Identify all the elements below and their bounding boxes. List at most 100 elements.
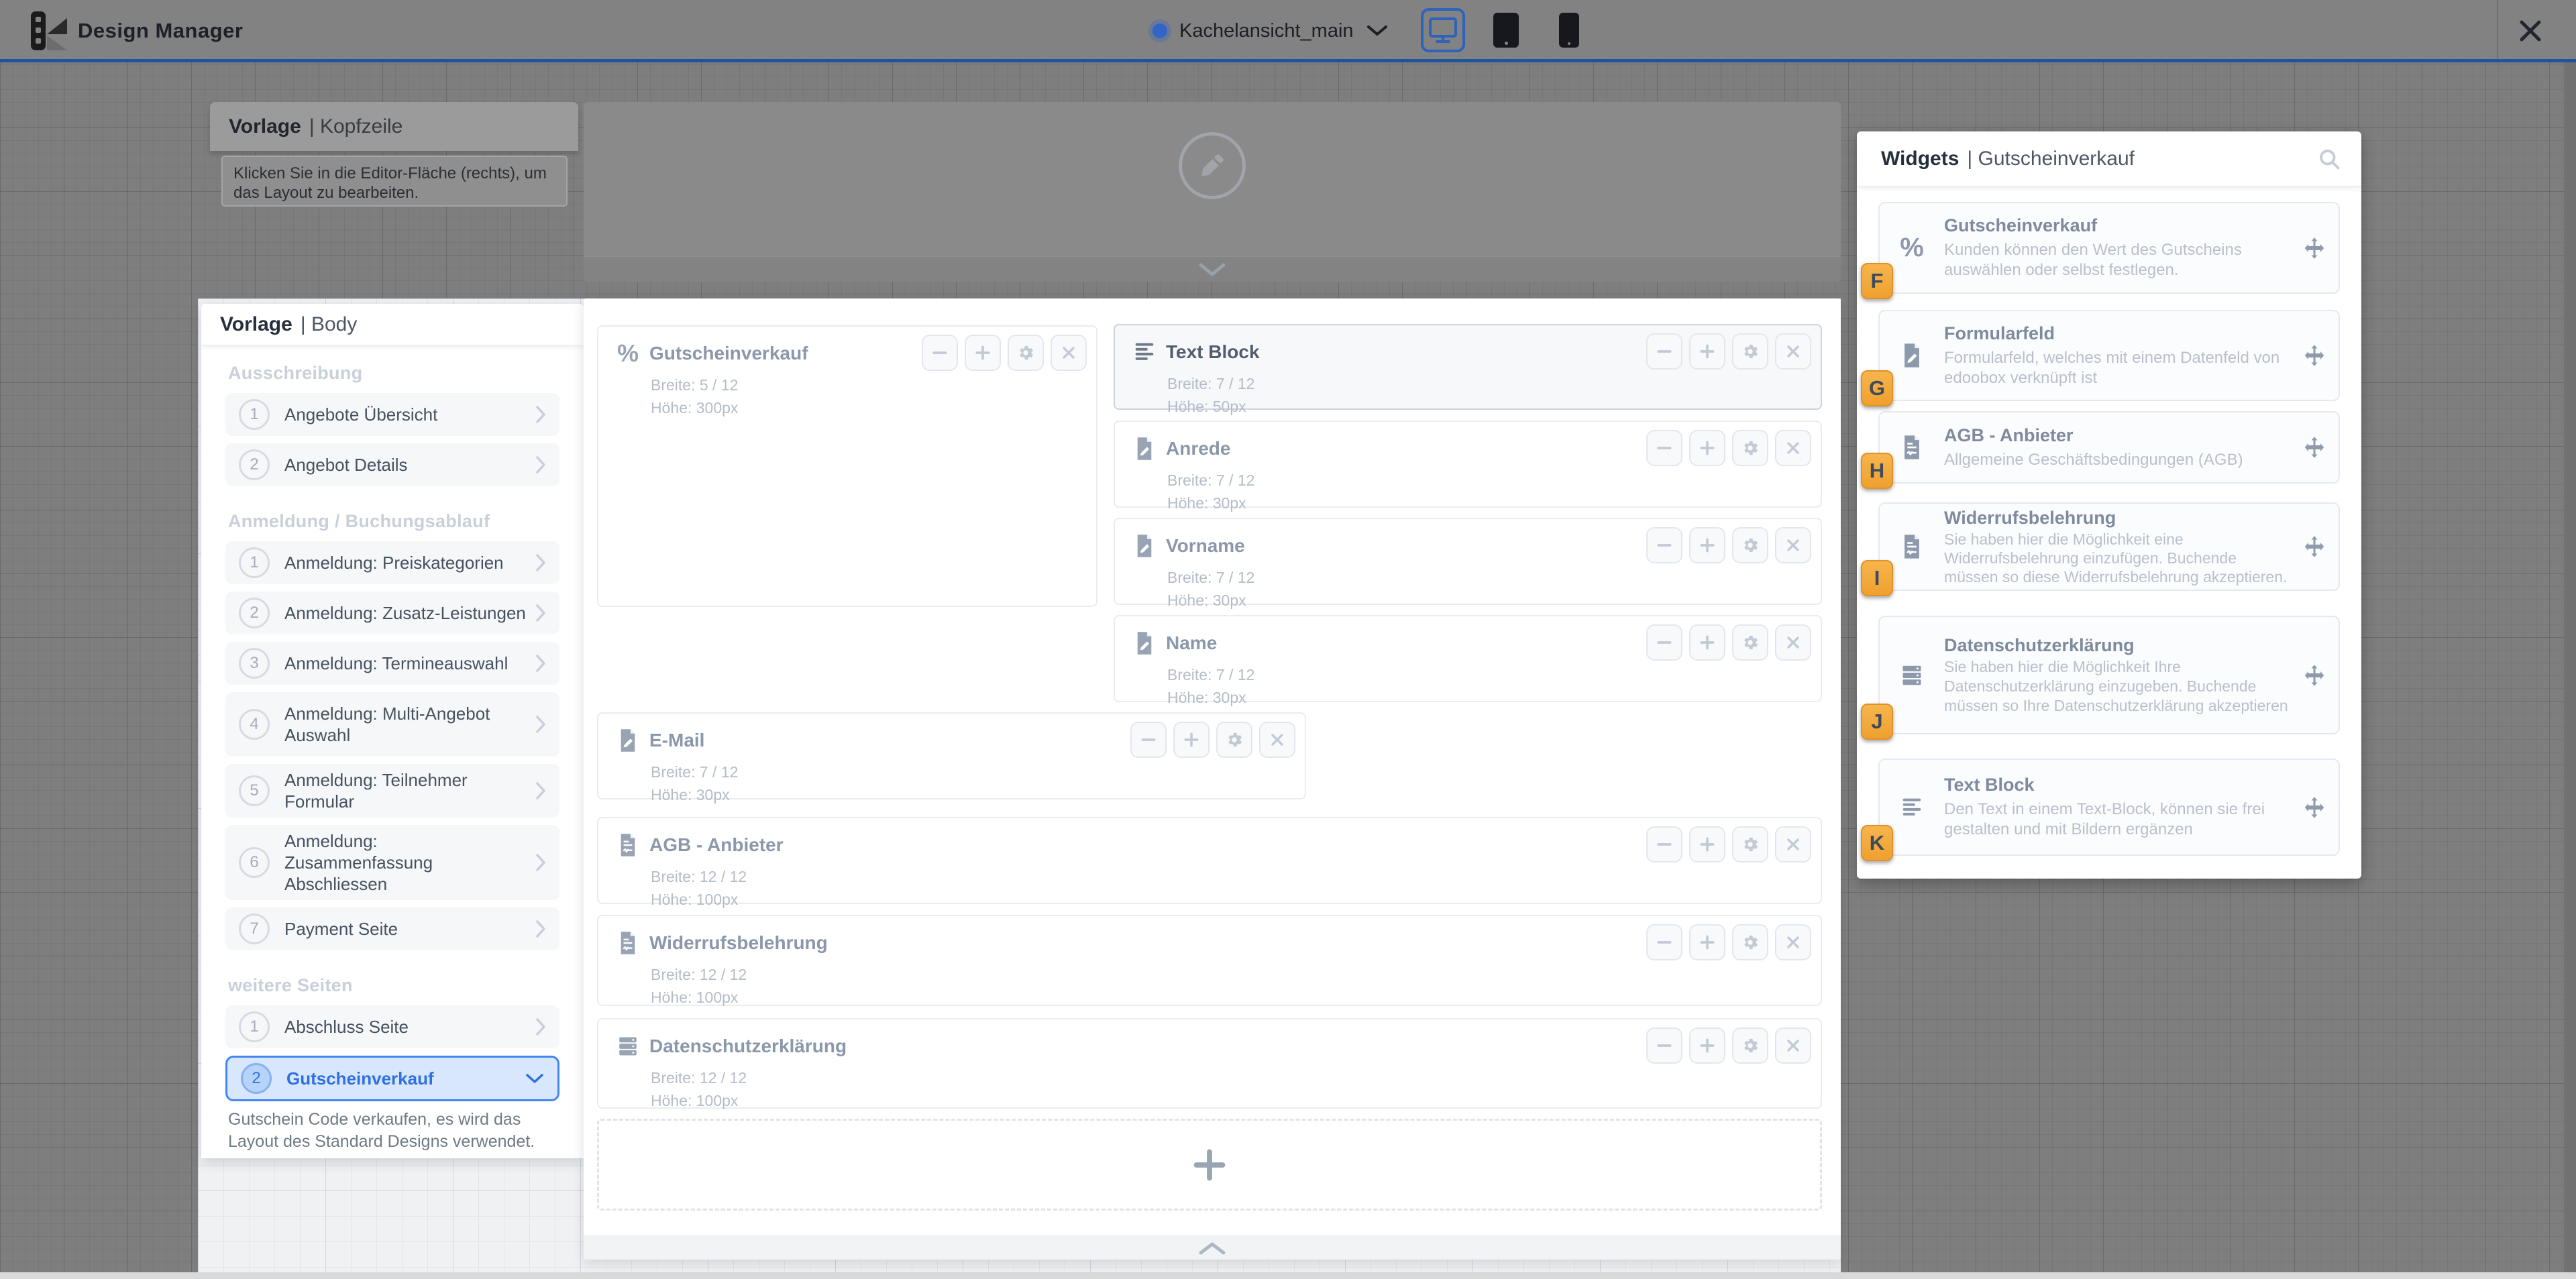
settings-button[interactable] — [1732, 924, 1768, 960]
grow-button[interactable] — [1689, 527, 1725, 563]
block-title: Vorname — [1166, 535, 1245, 557]
shrink-button[interactable] — [1646, 333, 1682, 370]
grow-button[interactable] — [1689, 430, 1725, 466]
remove-button[interactable] — [1775, 924, 1811, 960]
remove-button[interactable] — [1775, 1027, 1811, 1064]
canvas-block-vorname[interactable]: Vorname Breite: 7 / 12Höhe: 30px — [1114, 518, 1822, 605]
mobile-preview-button[interactable] — [1547, 8, 1591, 52]
canvas-block-widerrufsbelehrung[interactable]: Widerrufsbelehrung Breite: 12 / 12Höhe: … — [597, 915, 1822, 1006]
widget-text-block[interactable]: K Text Block Den Text in einem Text-Bloc… — [1878, 759, 2340, 856]
item-number: 1 — [239, 1011, 270, 1042]
widget-agb-anbieter[interactable]: H AGB - Anbieter Allgemeine Geschäftsbed… — [1878, 411, 2340, 484]
remove-button[interactable] — [1775, 430, 1811, 466]
percent-icon: % — [614, 340, 641, 367]
canvas-collapse-button[interactable] — [584, 1235, 1841, 1260]
grow-button[interactable] — [1689, 1027, 1725, 1064]
sidebar-item-payment-seite[interactable]: 7 Payment Seite — [225, 907, 559, 950]
widget-datenschutzerklaerung[interactable]: J Datenschutzerklärung Sie haben hier di… — [1878, 616, 2340, 734]
sidebar-item-gutscheinverkauf[interactable]: 2 Gutscheinverkauf — [225, 1056, 559, 1101]
mobile-icon — [1559, 13, 1579, 48]
sidebar-item-preiskategorien[interactable]: 1 Anmeldung: Preiskategorien — [225, 541, 559, 584]
settings-button[interactable] — [1732, 527, 1768, 563]
sidebar-item-teilnehmer-formular[interactable]: 5 Anmeldung: Teilnehmer Formular — [225, 764, 559, 818]
tablet-preview-button[interactable] — [1484, 8, 1528, 52]
grow-button[interactable] — [965, 335, 1001, 371]
settings-button[interactable] — [1732, 624, 1768, 661]
canvas-block-anrede[interactable]: Anrede Breite: 7 / 12Höhe: 30px — [1114, 421, 1822, 508]
settings-button[interactable] — [1732, 430, 1768, 466]
add-block-button[interactable] — [597, 1119, 1822, 1211]
layout-editor-canvas[interactable]: % Gutscheinverkauf Breite: 5 / 12Höhe: 3… — [584, 298, 1841, 1260]
shrink-button[interactable] — [922, 335, 958, 371]
grow-button[interactable] — [1689, 624, 1725, 661]
canvas-block-gutscheinverkauf[interactable]: % Gutscheinverkauf Breite: 5 / 12Höhe: 3… — [597, 325, 1097, 607]
sidebar-item-zusatz-leistungen[interactable]: 2 Anmeldung: Zusatz-Leistungen — [225, 592, 559, 634]
grow-button[interactable] — [1689, 924, 1725, 960]
settings-button[interactable] — [1732, 826, 1768, 863]
remove-button[interactable] — [1259, 722, 1295, 758]
chevron-down-icon — [1366, 24, 1389, 38]
percent-icon: % — [1880, 233, 1944, 263]
sidebar-item-angebote-uebersicht[interactable]: 1 Angebote Übersicht — [225, 393, 559, 436]
canvas-block-datenschutzerklaerung[interactable]: Datenschutzerklärung Breite: 12 / 12Höhe… — [597, 1018, 1822, 1109]
widget-gutscheinverkauf[interactable]: F % Gutscheinverkauf Kunden können den W… — [1878, 202, 2340, 294]
search-icon[interactable] — [2317, 147, 2341, 171]
sidebar-item-multi-angebot[interactable]: 4 Anmeldung: Multi-Angebot Auswahl — [225, 692, 559, 757]
kopfzeile-title-rest: | Kopfzeile — [309, 115, 403, 138]
close-button[interactable] — [2510, 15, 2551, 47]
grow-button[interactable] — [1689, 826, 1725, 863]
canvas-block-text-block[interactable]: Text Block Breite: 7 / 12Höhe: 50px — [1114, 324, 1822, 410]
sidebar-item-termineauswahl[interactable]: 3 Anmeldung: Termineauswahl — [225, 642, 559, 685]
vertical-scrollbar[interactable] — [2564, 59, 2576, 1279]
chevron-right-icon — [535, 1017, 546, 1036]
grow-button[interactable] — [1173, 722, 1210, 758]
desktop-preview-button[interactable] — [1421, 8, 1465, 52]
sidebar-item-abschluss-seite[interactable]: 1 Abschluss Seite — [225, 1005, 559, 1048]
settings-button[interactable] — [1008, 335, 1044, 371]
remove-button[interactable] — [1775, 527, 1811, 563]
shrink-button[interactable] — [1646, 430, 1682, 466]
item-label: Anmeldung: Multi-Angebot Auswahl — [284, 703, 535, 746]
remove-button[interactable] — [1775, 624, 1811, 661]
move-handle-icon[interactable] — [2302, 435, 2326, 459]
desktop-icon — [1428, 17, 1458, 44]
shrink-button[interactable] — [1646, 826, 1682, 863]
chevron-right-icon — [535, 654, 546, 673]
settings-button[interactable] — [1732, 1027, 1768, 1064]
shrink-button[interactable] — [1646, 924, 1682, 960]
move-handle-icon[interactable] — [2302, 663, 2326, 687]
database-icon — [1880, 663, 1944, 687]
canvas-block-name[interactable]: Name Breite: 7 / 12Höhe: 30px — [1114, 615, 1822, 702]
sidebar-item-zusammenfassung[interactable]: 6 Anmeldung: Zusammenfassung Abschliesse… — [225, 825, 559, 900]
remove-button[interactable] — [1775, 826, 1811, 863]
move-handle-icon[interactable] — [2302, 795, 2326, 820]
widget-formularfeld[interactable]: G Formularfeld Formularfeld, welches mit… — [1878, 310, 2340, 401]
shrink-button[interactable] — [1130, 722, 1167, 758]
remove-button[interactable] — [1051, 335, 1087, 371]
horizontal-scrollbar[interactable] — [0, 1272, 2576, 1279]
widget-title: Formularfeld — [1944, 323, 2292, 344]
shrink-button[interactable] — [1646, 527, 1682, 563]
vimium-hint-badge: I — [1861, 560, 1893, 596]
settings-button[interactable] — [1732, 333, 1768, 370]
block-meta: Breite: 7 / 12Höhe: 50px — [1167, 372, 1254, 418]
shrink-button[interactable] — [1646, 624, 1682, 661]
kopfzeile-expand-button[interactable] — [584, 256, 1841, 282]
view-selector-dropdown[interactable]: Kachelansicht_main — [1152, 12, 1389, 50]
item-label: Angebot Details — [284, 454, 535, 476]
kopfzeile-template-area[interactable]: Hier klicken, um den Editor zu öffnen un… — [584, 102, 1841, 282]
body-title-bold: Vorlage — [220, 313, 292, 336]
shrink-button[interactable] — [1646, 1027, 1682, 1064]
widgets-title-rest: | Gutscheinverkauf — [1967, 148, 2135, 170]
canvas-block-email[interactable]: E-Mail Breite: 7 / 12Höhe: 30px — [597, 712, 1306, 799]
settings-button[interactable] — [1216, 722, 1252, 758]
move-handle-icon[interactable] — [2302, 343, 2326, 368]
sidebar-item-angebot-details[interactable]: 2 Angebot Details — [225, 443, 559, 486]
item-label: Payment Seite — [284, 918, 535, 940]
move-handle-icon[interactable] — [2302, 535, 2326, 559]
canvas-block-agb-anbieter[interactable]: AGB - Anbieter Breite: 12 / 12Höhe: 100p… — [597, 817, 1822, 904]
move-handle-icon[interactable] — [2302, 236, 2326, 260]
widget-widerrufsbelehrung[interactable]: I Widerrufsbelehrung Sie haben hier die … — [1878, 502, 2340, 591]
grow-button[interactable] — [1689, 333, 1725, 370]
remove-button[interactable] — [1775, 333, 1811, 370]
